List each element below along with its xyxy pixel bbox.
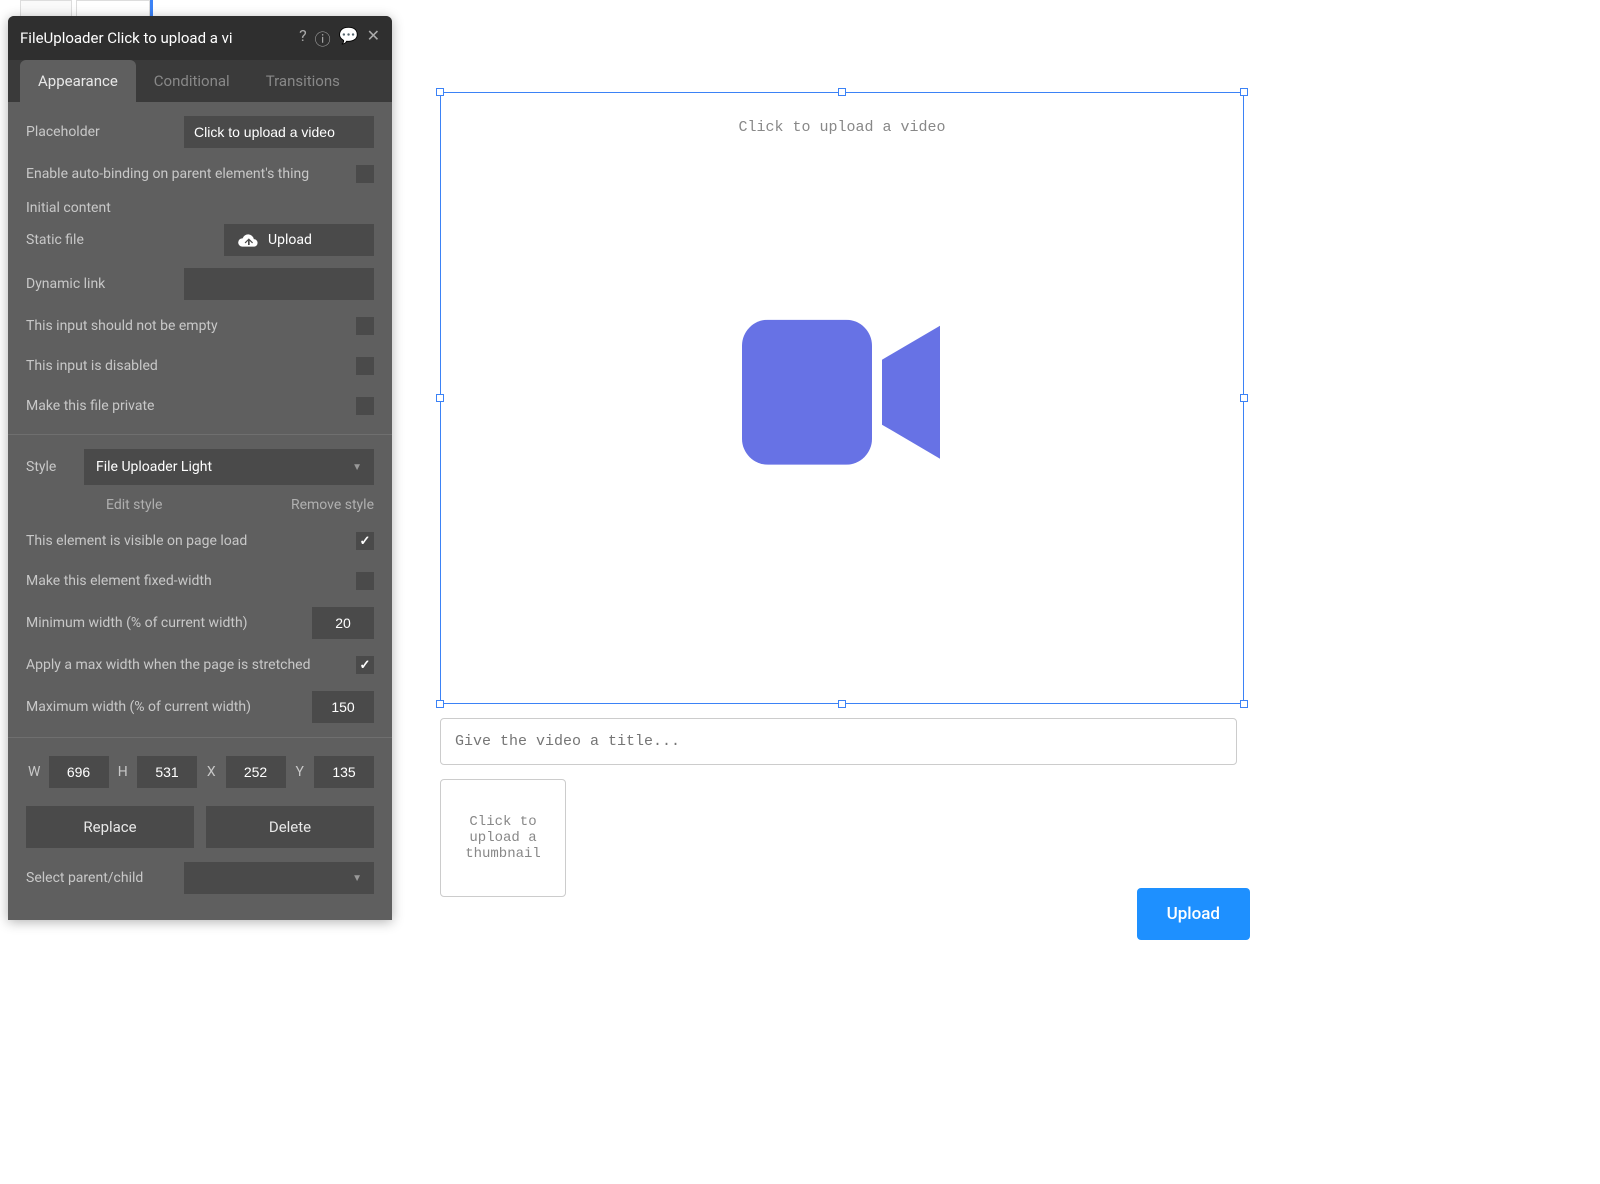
chevron-down-icon: ▼ [352, 462, 362, 473]
style-select[interactable]: File Uploader Light ▼ [84, 449, 374, 485]
edit-style-link[interactable]: Edit style [106, 497, 162, 513]
placeholder-label: Placeholder [26, 124, 184, 140]
tab-transitions[interactable]: Transitions [248, 60, 358, 102]
autobind-label: Enable auto-binding on parent element's … [26, 166, 356, 182]
not-empty-checkbox[interactable] [356, 317, 374, 335]
max-width-label: Maximum width (% of current width) [26, 699, 312, 715]
min-width-label: Minimum width (% of current width) [26, 615, 312, 631]
y-input[interactable] [314, 756, 374, 788]
disabled-label: This input is disabled [26, 358, 356, 374]
x-label: X [203, 764, 220, 780]
min-width-input[interactable] [312, 607, 374, 639]
resize-handle[interactable] [1240, 700, 1248, 708]
panel-title: FileUploader Click to upload a vi [20, 29, 233, 47]
cloud-upload-icon [238, 233, 258, 247]
resize-handle[interactable] [1240, 88, 1248, 96]
w-input[interactable] [49, 756, 109, 788]
property-panel: FileUploader Click to upload a vi ? ⓘ 💬 … [8, 16, 392, 920]
style-value: File Uploader Light [96, 459, 212, 475]
tab-conditional[interactable]: Conditional [136, 60, 248, 102]
max-width-apply-label: Apply a max width when the page is stret… [26, 657, 356, 673]
upload-placeholder-text: Click to upload a video [441, 93, 1243, 136]
info-icon[interactable]: ⓘ [315, 26, 331, 50]
resize-handle[interactable] [436, 700, 444, 708]
private-checkbox[interactable] [356, 397, 374, 415]
upload-button[interactable]: Upload [1137, 888, 1250, 940]
remove-style-link[interactable]: Remove style [291, 497, 374, 513]
resize-handle[interactable] [838, 700, 846, 708]
y-label: Y [292, 764, 309, 780]
style-label: Style [26, 459, 76, 475]
dynamic-link-input[interactable] [184, 268, 374, 300]
static-file-label: Static file [26, 232, 224, 248]
tab-appearance[interactable]: Appearance [20, 60, 136, 102]
comment-icon[interactable]: 💬 [339, 26, 359, 50]
x-input[interactable] [226, 756, 286, 788]
w-label: W [26, 764, 43, 780]
resize-handle[interactable] [1240, 394, 1248, 402]
max-width-apply-checkbox[interactable] [356, 656, 374, 674]
resize-handle[interactable] [436, 394, 444, 402]
video-camera-icon [742, 320, 942, 465]
panel-tabs: Appearance Conditional Transitions [8, 60, 392, 102]
initial-content-label: Initial content [26, 200, 374, 216]
delete-button[interactable]: Delete [206, 806, 374, 848]
replace-button[interactable]: Replace [26, 806, 194, 848]
chevron-down-icon: ▼ [352, 873, 362, 884]
video-title-input[interactable] [440, 718, 1237, 765]
h-label: H [115, 764, 132, 780]
panel-header[interactable]: FileUploader Click to upload a vi ? ⓘ 💬 … [8, 16, 392, 60]
thumbnail-uploader[interactable]: Click to upload a thumbnail [440, 779, 566, 897]
fixed-width-checkbox[interactable] [356, 572, 374, 590]
dynamic-link-label: Dynamic link [26, 276, 184, 292]
close-icon[interactable]: ✕ [367, 26, 380, 50]
fileuploader-element[interactable]: Click to upload a video [440, 92, 1244, 704]
visible-label: This element is visible on page load [26, 533, 356, 549]
canvas-area: Click to upload a video Click to upload … [440, 92, 1244, 897]
select-parent-label: Select parent/child [26, 870, 184, 886]
h-input[interactable] [137, 756, 197, 788]
resize-handle[interactable] [436, 88, 444, 96]
disabled-checkbox[interactable] [356, 357, 374, 375]
static-upload-button[interactable]: Upload [224, 224, 374, 256]
resize-handle[interactable] [838, 88, 846, 96]
fixed-width-label: Make this element fixed-width [26, 573, 356, 589]
help-icon[interactable]: ? [299, 26, 307, 50]
select-parent-dropdown[interactable]: ▼ [184, 862, 374, 894]
dimensions-row: W H X Y [26, 756, 374, 788]
autobind-checkbox[interactable] [356, 165, 374, 183]
upload-label: Upload [268, 232, 312, 248]
thumb-placeholder-text: Click to upload a thumbnail [449, 814, 557, 862]
placeholder-input[interactable] [184, 116, 374, 148]
visible-checkbox[interactable] [356, 532, 374, 550]
max-width-input[interactable] [312, 691, 374, 723]
not-empty-label: This input should not be empty [26, 318, 356, 334]
private-label: Make this file private [26, 398, 356, 414]
